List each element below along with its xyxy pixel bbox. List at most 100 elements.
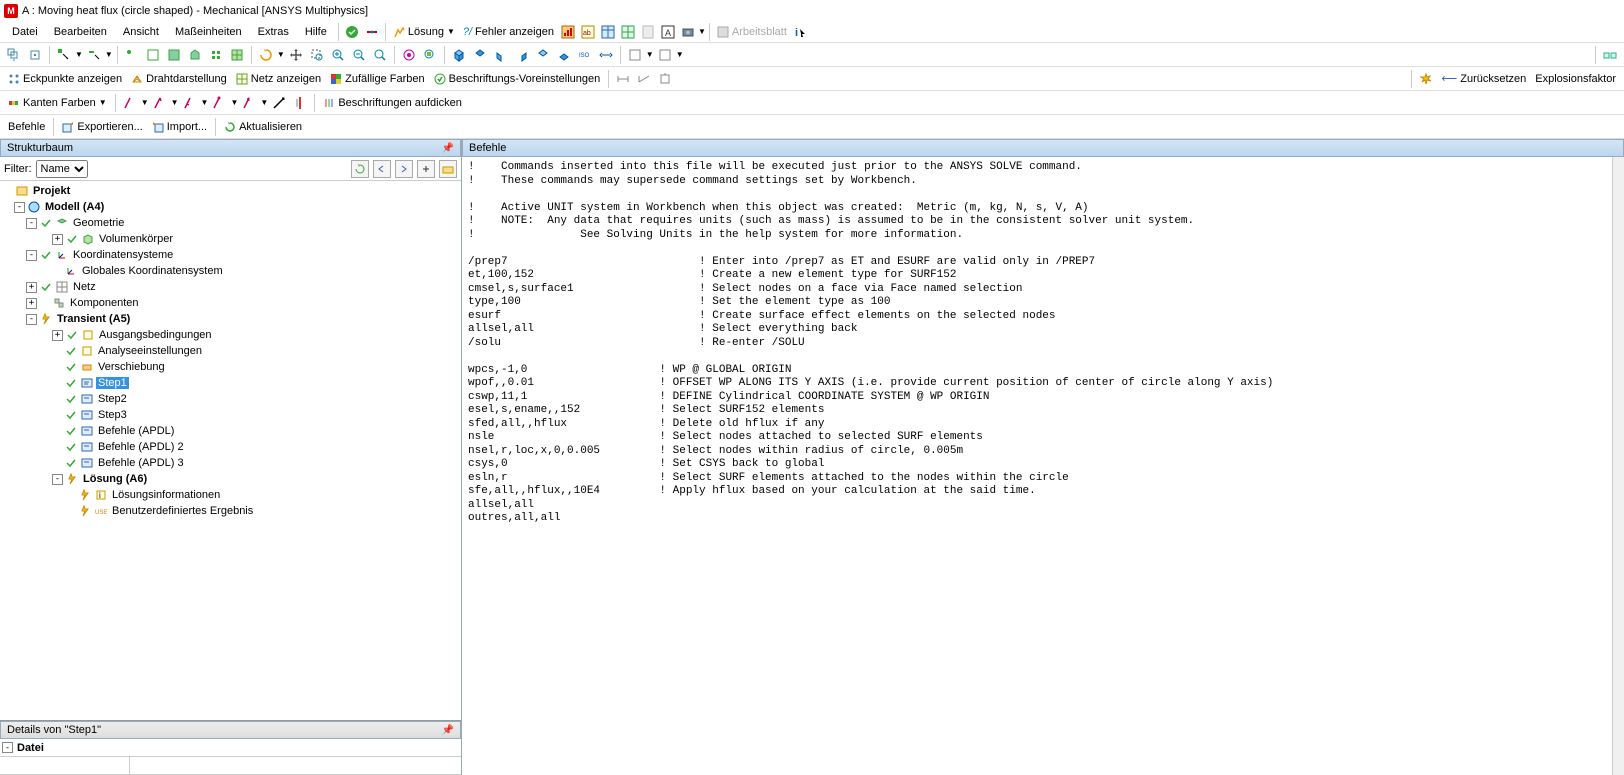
filter-prev-icon[interactable] xyxy=(373,160,391,178)
expander-netz[interactable]: + xyxy=(26,282,37,293)
menu-hilfe[interactable]: Hilfe xyxy=(297,24,335,40)
assembly-icon[interactable] xyxy=(1601,46,1619,64)
tree-volumen[interactable]: Volumenkörper xyxy=(97,233,175,245)
tree-step1[interactable]: Step1 xyxy=(96,377,129,389)
tree-projekt[interactable]: Projekt xyxy=(31,185,72,197)
doc-icon[interactable] xyxy=(639,23,657,41)
check-ok-icon[interactable] xyxy=(343,23,361,41)
edge-5-icon[interactable] xyxy=(240,94,258,112)
random-colors-button[interactable]: Zufällige Farben xyxy=(326,69,429,89)
tree-verschieb[interactable]: Verschiebung xyxy=(96,361,167,373)
menu-bearbeiten[interactable]: Bearbeiten xyxy=(46,24,115,40)
tree-modell[interactable]: Modell (A4) xyxy=(43,201,106,213)
wireframe-button[interactable]: Drahtdarstellung xyxy=(127,69,231,89)
sel-edge-icon[interactable] xyxy=(85,46,103,64)
show-faults-button[interactable]: ?/ Fehler anzeigen xyxy=(459,22,558,42)
info-cursor-icon[interactable]: i xyxy=(792,23,810,41)
tree-bapdl3[interactable]: Befehle (APDL) 3 xyxy=(96,457,186,469)
expander-koord[interactable]: - xyxy=(26,250,37,261)
show-errors-icon[interactable] xyxy=(363,23,381,41)
edge-colors-button[interactable]: Kanten Farben▼ xyxy=(4,93,111,113)
outline-tree[interactable]: Projekt -Modell (A4) -Geometrie +Volumen… xyxy=(0,181,461,720)
pick-node-icon[interactable] xyxy=(207,46,225,64)
worksheet-button[interactable]: Arbeitsblatt xyxy=(713,22,791,42)
view-iso-icon[interactable]: ISO xyxy=(576,46,594,64)
dim-3-icon[interactable] xyxy=(656,70,674,88)
tree-ausgangs[interactable]: Ausgangsbedingungen xyxy=(97,329,214,341)
expander-losung[interactable]: - xyxy=(52,474,63,485)
zoom-in-icon[interactable] xyxy=(329,46,347,64)
tree-globkoord[interactable]: Globales Koordinatensystem xyxy=(80,265,225,277)
annotate-a-icon[interactable]: A xyxy=(659,23,677,41)
menu-ansicht[interactable]: Ansicht xyxy=(115,24,167,40)
pick-face-icon[interactable] xyxy=(165,46,183,64)
table-1-icon[interactable] xyxy=(599,23,617,41)
tree-losinfo[interactable]: Lösungsinformationen xyxy=(110,489,222,501)
reset-button[interactable]: ⟵Zurücksetzen xyxy=(1437,69,1530,89)
dim-1-icon[interactable] xyxy=(614,70,632,88)
tree-kompon[interactable]: Komponenten xyxy=(68,297,141,309)
edge-2-icon[interactable] xyxy=(151,94,169,112)
annotation-prefs-button[interactable]: Beschriftungs-Voreinstellungen xyxy=(430,69,605,89)
tree-benutzer[interactable]: Benutzerdefiniertes Ergebnis xyxy=(110,505,255,517)
view-back-icon[interactable] xyxy=(471,46,489,64)
expander-geometrie[interactable]: - xyxy=(26,218,37,229)
tree-step3[interactable]: Step3 xyxy=(96,409,129,421)
view-front-icon[interactable] xyxy=(450,46,468,64)
expander-transient[interactable]: - xyxy=(26,314,37,325)
tree-transient[interactable]: Transient (A5) xyxy=(55,313,132,325)
sel-vertex-icon[interactable] xyxy=(55,46,73,64)
explode-icon[interactable] xyxy=(1417,70,1435,88)
expander-komp[interactable]: + xyxy=(26,298,37,309)
filter-next-icon[interactable] xyxy=(395,160,413,178)
tree-bapdl[interactable]: Befehle (APDL) xyxy=(96,425,176,437)
dim-2-icon[interactable] xyxy=(635,70,653,88)
tree-koord[interactable]: Koordinatensysteme xyxy=(71,249,175,261)
filter-expand-icon[interactable] xyxy=(417,160,435,178)
view-bottom-icon[interactable] xyxy=(555,46,573,64)
pan-icon[interactable] xyxy=(287,46,305,64)
edge-6-icon[interactable] xyxy=(270,94,288,112)
collapse-tree-icon[interactable] xyxy=(26,46,44,64)
show-mesh-button[interactable]: Netz anzeigen xyxy=(232,69,325,89)
tree-losung[interactable]: Lösung (A6) xyxy=(81,473,149,485)
zoom-sel-icon[interactable] xyxy=(421,46,439,64)
solution-button[interactable]: Lösung ▼ xyxy=(389,22,459,42)
show-vertices-button[interactable]: Eckpunkte anzeigen xyxy=(4,69,126,89)
commands-code[interactable]: ! Commands inserted into this file will … xyxy=(462,157,1612,775)
rotate-icon[interactable] xyxy=(257,46,275,64)
pin-icon[interactable]: 📌 xyxy=(442,725,454,736)
edge-4-icon[interactable] xyxy=(210,94,228,112)
expander-volumen[interactable]: + xyxy=(52,234,63,245)
thicken-icon[interactable] xyxy=(291,94,309,112)
commands-button[interactable]: Befehle xyxy=(4,117,49,137)
tree-analyse[interactable]: Analyseeinstellungen xyxy=(96,345,204,357)
menu-datei[interactable]: Datei xyxy=(4,24,46,40)
vertical-scrollbar[interactable] xyxy=(1612,157,1624,775)
filter-select[interactable]: Name xyxy=(36,160,88,178)
pick-vertex-icon[interactable] xyxy=(123,46,141,64)
expander-modell[interactable]: - xyxy=(14,202,25,213)
camera-icon[interactable] xyxy=(679,23,697,41)
table-2-icon[interactable] xyxy=(619,23,637,41)
abc-icon[interactable]: ab xyxy=(579,23,597,41)
tree-bapdl2[interactable]: Befehle (APDL) 2 xyxy=(96,441,186,453)
view-right-icon[interactable] xyxy=(513,46,531,64)
shade-toggle-icon[interactable] xyxy=(656,46,674,64)
view-toggle-icon[interactable] xyxy=(597,46,615,64)
view-top-icon[interactable] xyxy=(534,46,552,64)
menu-extras[interactable]: Extras xyxy=(250,24,297,40)
zoom-out-icon[interactable] xyxy=(350,46,368,64)
refresh-button[interactable]: Aktualisieren xyxy=(220,117,306,137)
pin-icon[interactable]: 📌 xyxy=(442,143,454,154)
details-expander[interactable]: - xyxy=(2,742,13,753)
filter-folder-icon[interactable] xyxy=(439,160,457,178)
menu-masseinheiten[interactable]: Maßeinheiten xyxy=(167,24,250,40)
tree-step2[interactable]: Step2 xyxy=(96,393,129,405)
thicken-annotations-button[interactable]: Beschriftungen aufdicken xyxy=(319,93,466,113)
look-at-icon[interactable] xyxy=(400,46,418,64)
import-button[interactable]: Import... xyxy=(148,117,211,137)
expand-tree-icon[interactable] xyxy=(5,46,23,64)
tree-geometrie[interactable]: Geometrie xyxy=(71,217,126,229)
wireframe-toggle-icon[interactable] xyxy=(626,46,644,64)
